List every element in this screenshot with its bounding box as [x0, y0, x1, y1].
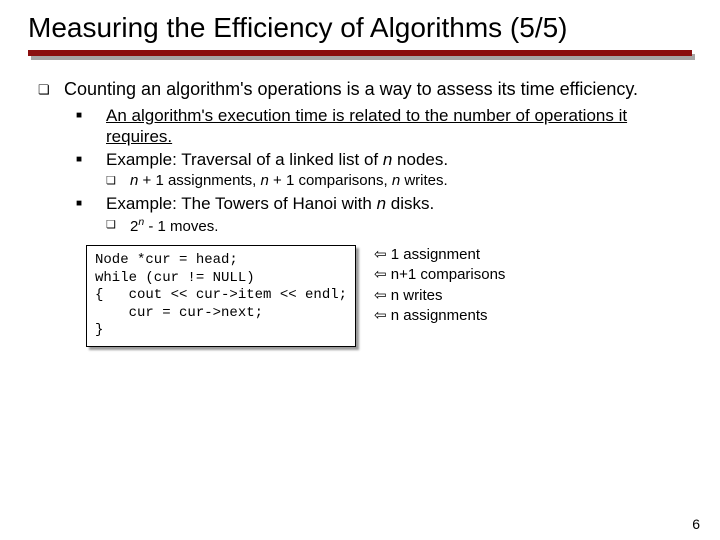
bullet-text: n + 1 assignments, n + 1 comparisons, n …: [130, 172, 692, 191]
text-fragment: - 1 moves.: [144, 218, 218, 235]
annotation-line: ⇦ n+1 comparisons: [374, 265, 505, 285]
annotation-line: ⇦ 1 assignment: [374, 245, 505, 265]
annotation-line: ⇦ n assignments: [374, 306, 505, 326]
bullet-level2: ■ An algorithm's execution time is relat…: [76, 105, 692, 148]
text-fragment: writes.: [400, 172, 448, 189]
text-fragment: n: [377, 194, 386, 213]
code-annotations: ⇦ 1 assignment ⇦ n+1 comparisons ⇦ n wri…: [374, 245, 505, 326]
bullet-text: Example: Traversal of a linked list of n…: [106, 149, 692, 170]
bullet-level3: ❏ 2n - 1 moves.: [106, 216, 692, 237]
page-number: 6: [692, 516, 700, 532]
text-fragment: n: [392, 172, 400, 189]
square-bullet-icon: ❏: [38, 78, 64, 101]
filled-square-bullet-icon: ■: [76, 105, 106, 148]
bullet-level3: ❏ n + 1 assignments, n + 1 comparisons, …: [106, 172, 692, 191]
slide: Measuring the Efficiency of Algorithms (…: [0, 0, 720, 347]
text-fragment: + 1 comparisons,: [269, 172, 392, 189]
text-fragment: + 1 assignments,: [138, 172, 260, 189]
bullet-text: Example: The Towers of Hanoi with n disk…: [106, 193, 692, 214]
bullet-text: Counting an algorithm's operations is a …: [64, 78, 692, 101]
square-bullet-icon: ❏: [106, 216, 130, 237]
text-fragment: disks.: [386, 194, 434, 213]
text-fragment: nodes.: [392, 150, 448, 169]
text-fragment: Example: Traversal of a linked list of: [106, 150, 383, 169]
annotation-line: ⇦ n writes: [374, 286, 505, 306]
code-annotation-row: Node *cur = head; while (cur != NULL) { …: [38, 245, 692, 347]
text-fragment: n: [261, 172, 269, 189]
bullet-level1: ❏ Counting an algorithm's operations is …: [38, 78, 692, 101]
square-bullet-icon: ❏: [106, 172, 130, 191]
bullet-level2: ■ Example: Traversal of a linked list of…: [76, 149, 692, 170]
filled-square-bullet-icon: ■: [76, 193, 106, 214]
code-block: Node *cur = head; while (cur != NULL) { …: [86, 245, 356, 347]
filled-square-bullet-icon: ■: [76, 149, 106, 170]
slide-title: Measuring the Efficiency of Algorithms (…: [28, 12, 692, 44]
bullet-text: An algorithm's execution time is related…: [106, 105, 692, 148]
bullet-level2: ■ Example: The Towers of Hanoi with n di…: [76, 193, 692, 214]
bullet-text: 2n - 1 moves.: [130, 216, 692, 237]
title-rule: [28, 50, 692, 60]
slide-content: ❏ Counting an algorithm's operations is …: [28, 78, 692, 347]
text-fragment: n: [383, 150, 392, 169]
text-fragment: Example: The Towers of Hanoi with: [106, 194, 377, 213]
